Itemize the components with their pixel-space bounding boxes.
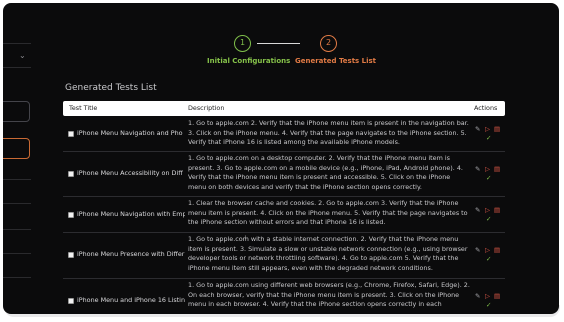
play-icon[interactable]: ▷: [485, 293, 490, 300]
row-checkbox[interactable]: [68, 298, 74, 304]
sidebar-divider: [3, 229, 31, 230]
table-row: iPhone Menu Presence with Differ 1. Go t…: [63, 235, 505, 279]
step-connector: [257, 43, 300, 44]
table-row: iPhone Menu Navigation and Pho 1. Go to …: [63, 119, 505, 153]
text-cursor-icon: ᛌ: [243, 235, 249, 245]
column-header-test-title: Test Title: [69, 104, 98, 112]
sidebar-divider: [3, 203, 31, 204]
row-divider: [63, 278, 505, 279]
row-actions: ✎ ▷ ▤ ✓: [475, 293, 503, 311]
test-title: iPhone Menu Navigation and Pho: [77, 129, 183, 137]
play-icon[interactable]: ▷: [485, 126, 490, 133]
table-row: iPhone Menu Navigation with Emp 1. Clear…: [63, 199, 505, 233]
checkmark-icon[interactable]: ✓: [486, 302, 491, 309]
sidebar-divider: [3, 277, 31, 278]
checkmark-icon[interactable]: ✓: [486, 216, 491, 223]
column-header-actions: Actions: [474, 104, 498, 112]
column-header-description: Description: [188, 104, 225, 112]
trash-icon[interactable]: ▤: [494, 293, 500, 300]
trash-icon[interactable]: ▤: [494, 247, 500, 254]
test-title: iPhone Menu Navigation with Emp: [77, 210, 185, 218]
sidebar-item-active[interactable]: [3, 138, 30, 159]
test-title: iPhone Menu Presence with Differ: [77, 250, 185, 258]
section-title: Generated Tests List: [65, 83, 157, 93]
pencil-icon[interactable]: ✎: [475, 247, 480, 254]
trash-icon[interactable]: ▤: [494, 166, 500, 173]
sidebar-item[interactable]: [3, 101, 30, 122]
row-actions: ✎ ▷ ▤ ✓: [475, 126, 503, 144]
pencil-icon[interactable]: ✎: [475, 293, 480, 300]
sidebar-divider: [3, 179, 31, 180]
row-checkbox[interactable]: [68, 252, 74, 258]
sidebar: ⌄: [3, 3, 31, 314]
row-divider: [63, 232, 505, 233]
sidebar-divider: [3, 67, 31, 68]
test-title: iPhone Menu and iPhone 16 Listin: [77, 296, 185, 304]
table-row: iPhone Menu and iPhone 16 Listin 1. Go t…: [63, 281, 505, 314]
checkmark-icon[interactable]: ✓: [486, 175, 491, 182]
pencil-icon[interactable]: ✎: [475, 126, 480, 133]
test-title: iPhone Menu Accessibility on Diff: [77, 169, 183, 177]
step-number-circle: 2: [320, 35, 337, 52]
checkmark-icon[interactable]: ✓: [486, 256, 491, 263]
chevron-down-icon[interactable]: ⌄: [19, 52, 26, 60]
sidebar-divider: [3, 43, 31, 44]
sidebar-divider: [3, 253, 31, 254]
test-description: 1. Clear the browser cache and cookies. …: [188, 199, 468, 227]
table-header: Test Title Description Actions: [63, 101, 505, 116]
pencil-icon[interactable]: ✎: [475, 207, 480, 214]
row-checkbox[interactable]: [68, 212, 74, 218]
row-divider: [63, 196, 505, 197]
checkmark-icon[interactable]: ✓: [486, 135, 491, 142]
trash-icon[interactable]: ▤: [494, 207, 500, 214]
table-row: iPhone Menu Accessibility on Diff 1. Go …: [63, 154, 505, 198]
test-description: 1. Go to apple.com with a stable interne…: [188, 235, 468, 273]
play-icon[interactable]: ▷: [485, 207, 490, 214]
row-actions: ✎ ▷ ▤ ✓: [475, 247, 503, 265]
step-label: Generated Tests List: [295, 57, 377, 65]
trash-icon[interactable]: ▤: [494, 126, 500, 133]
test-description: 1. Go to apple.com 2. Verify that the iP…: [188, 119, 469, 147]
play-icon[interactable]: ▷: [485, 166, 490, 173]
app-window: ⌄ 1 Initial Configurations 2 Generated T…: [3, 3, 559, 314]
row-checkbox[interactable]: [68, 171, 74, 177]
step-number-circle: 1: [234, 35, 251, 52]
step-label: Initial Configurations: [207, 57, 291, 65]
row-actions: ✎ ▷ ▤ ✓: [475, 166, 503, 184]
row-divider: [63, 151, 505, 152]
test-description: 1. Go to apple.com on a desktop computer…: [188, 154, 463, 192]
play-icon[interactable]: ▷: [485, 247, 490, 254]
pencil-icon[interactable]: ✎: [475, 166, 480, 173]
row-actions: ✎ ▷ ▤ ✓: [475, 207, 503, 225]
test-description: 1. Go to apple.com using different web b…: [188, 281, 470, 309]
row-checkbox[interactable]: [68, 131, 74, 137]
